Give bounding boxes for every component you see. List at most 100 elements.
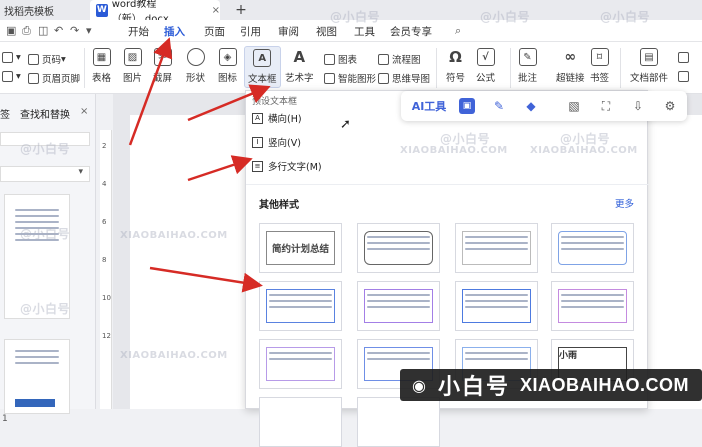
brand-name-en: XIAOBAIHAO.COM xyxy=(520,374,690,395)
hyperlink-button[interactable]: ∞ 超链接 xyxy=(556,48,585,84)
download-icon[interactable]: ⇩ xyxy=(630,98,646,114)
tab-template-store[interactable]: 找稻壳模板 xyxy=(0,0,84,20)
multiline-textbox-option[interactable]: ≡ 多行文字(M) xyxy=(252,157,322,175)
icon-button[interactable]: ◈ 图标 xyxy=(218,48,237,84)
watermark-text: @小白号 xyxy=(20,227,71,241)
table-label: 表格 xyxy=(92,73,112,84)
export-icon[interactable]: ◫ xyxy=(38,24,48,37)
comment-button[interactable]: ✎ 批注 xyxy=(518,48,537,84)
textbox-style-card[interactable] xyxy=(357,397,440,447)
ribbon-overflow-2[interactable] xyxy=(678,71,692,82)
textbox-style-card[interactable] xyxy=(551,223,634,273)
mindmap-icon xyxy=(378,72,389,84)
other-styles-title: 其他样式 xyxy=(259,200,299,211)
horizontal-textbox-option[interactable]: A 横向(H) xyxy=(252,109,302,127)
link-icon: ∞ xyxy=(564,49,577,65)
close-panel-icon[interactable]: × xyxy=(80,106,88,117)
ribbon-divider xyxy=(436,48,437,88)
new-tab-button[interactable]: + xyxy=(226,0,256,20)
watermark-text: @小白号 xyxy=(20,142,71,156)
ai-image-icon[interactable]: ▣ xyxy=(459,98,475,114)
panel-dropdown[interactable]: ▾ xyxy=(0,166,90,182)
ribbon-divider xyxy=(620,48,621,88)
formula-label: 公式 xyxy=(476,73,496,84)
page-thumbnail[interactable] xyxy=(4,339,70,414)
flowchart-button[interactable]: 流程图 xyxy=(378,52,421,66)
ribbon-prev-item-1[interactable]: ▾ xyxy=(2,52,21,63)
menu-insert[interactable]: 插入 xyxy=(164,24,185,44)
ribbon-prev-item-2[interactable]: ▾ xyxy=(2,71,21,82)
comment-label: 批注 xyxy=(518,73,538,84)
formula-button[interactable]: √ 公式 xyxy=(476,48,495,84)
undo-icon[interactable]: ↶ xyxy=(54,24,63,37)
menu-home[interactable]: 开始 xyxy=(128,24,149,39)
menu-tools[interactable]: 工具 xyxy=(354,24,375,39)
insert-ribbon: ▾ ▾ 页码 ▾ 页眉页脚 ▦ 表格 ▨ 图片 ✂ 截屏 形状 ◈ 图标 A 文本框 A 艺术… xyxy=(0,42,702,94)
textbox-style-card[interactable] xyxy=(259,281,342,331)
watermark-text: @小白号 xyxy=(480,10,531,24)
watermark-text: XIAOBAIHAO.COM xyxy=(120,350,228,361)
ribbon-overflow-1[interactable] xyxy=(678,52,692,63)
tab-document[interactable]: W word教程（新）.docx × xyxy=(90,0,220,25)
shape-button[interactable]: 形状 xyxy=(186,48,205,84)
textbox-style-card[interactable] xyxy=(357,281,440,331)
vertical-textbox-option[interactable]: I 竖向(V) xyxy=(252,133,301,151)
document-parts-icon: ▤ xyxy=(640,48,658,66)
ai-tools-button[interactable]: AI工具 xyxy=(407,98,451,114)
menu-page[interactable]: 页面 xyxy=(204,24,225,39)
search-icon[interactable]: ⌕ xyxy=(455,24,461,38)
mindmap-button[interactable]: 思维导图 xyxy=(378,71,430,85)
thumbnail-image xyxy=(15,399,55,407)
redo-icon[interactable]: ↷ xyxy=(70,24,79,37)
more-styles-link[interactable]: 更多 xyxy=(615,196,634,210)
bookmark-button[interactable]: ⌑ 书签 xyxy=(590,48,609,84)
textbox-style-card[interactable]: 简约计划总结 xyxy=(259,223,342,273)
panel-tab-find-replace[interactable]: 查找和替换 xyxy=(20,106,70,121)
symbol-button[interactable]: Ω 符号 xyxy=(446,48,465,84)
picture-button[interactable]: ▨ 图片 xyxy=(123,48,142,84)
comment-icon: ✎ xyxy=(518,48,537,66)
textbox-style-card[interactable] xyxy=(357,223,440,273)
menu-review[interactable]: 审阅 xyxy=(278,24,299,39)
textbox-style-card[interactable] xyxy=(259,397,342,447)
more-icon[interactable]: ▾ xyxy=(86,24,92,37)
panel-tabs: 签 查找和替换 × xyxy=(0,106,96,124)
symbol-label: 符号 xyxy=(446,73,466,84)
header-footer-button[interactable]: 页眉页脚 xyxy=(28,71,80,85)
edit-image-icon[interactable]: ▧ xyxy=(566,98,582,114)
textbox-style-card[interactable] xyxy=(455,281,538,331)
crop-icon[interactable]: ⛶ xyxy=(598,98,614,114)
page-number: 1 xyxy=(2,414,8,424)
chart-icon xyxy=(324,53,335,65)
textbox-style-card[interactable] xyxy=(259,339,342,389)
eraser-icon[interactable]: ◆ xyxy=(523,98,539,114)
screenshot-button[interactable]: ✂ 截屏 xyxy=(153,48,172,84)
dropdown-divider xyxy=(246,184,649,185)
wordart-button[interactable]: A 艺术字 xyxy=(285,48,314,84)
brand-watermark-bar: ◉ 小白号 XIAOBAIHAO.COM xyxy=(400,369,702,401)
table-button[interactable]: ▦ 表格 xyxy=(92,48,111,84)
horizontal-textbox-icon: A xyxy=(252,112,263,124)
print-icon[interactable]: ⎙ xyxy=(22,24,31,38)
shape-icon xyxy=(186,48,205,66)
chart-button[interactable]: 图表 xyxy=(324,52,357,66)
page-number-icon xyxy=(28,53,39,65)
textbox-style-card[interactable] xyxy=(455,223,538,273)
picture-icon: ▨ xyxy=(123,48,142,66)
textbox-button[interactable]: A 文本框 xyxy=(244,46,281,88)
panel-tab-a[interactable]: 签 xyxy=(0,106,10,121)
settings-icon[interactable]: ⚙ xyxy=(662,98,678,114)
smartart-button[interactable]: 智能图形 xyxy=(324,71,376,85)
header-footer-icon xyxy=(28,72,39,84)
brand-name-cn: 小白号 xyxy=(438,375,511,400)
pen-icon[interactable]: ✎ xyxy=(491,98,507,114)
menu-references[interactable]: 引用 xyxy=(240,24,261,39)
textbox-style-card[interactable] xyxy=(551,281,634,331)
menu-view[interactable]: 视图 xyxy=(316,24,337,39)
close-tab-icon[interactable]: × xyxy=(212,5,220,16)
icon-label: 图标 xyxy=(218,73,238,84)
menu-member[interactable]: 会员专享 xyxy=(390,24,432,39)
save-icon[interactable]: ▣ xyxy=(6,24,16,37)
page-number-button[interactable]: 页码 ▾ xyxy=(28,52,66,66)
document-parts-button[interactable]: ▤ 文档部件 xyxy=(630,48,668,84)
